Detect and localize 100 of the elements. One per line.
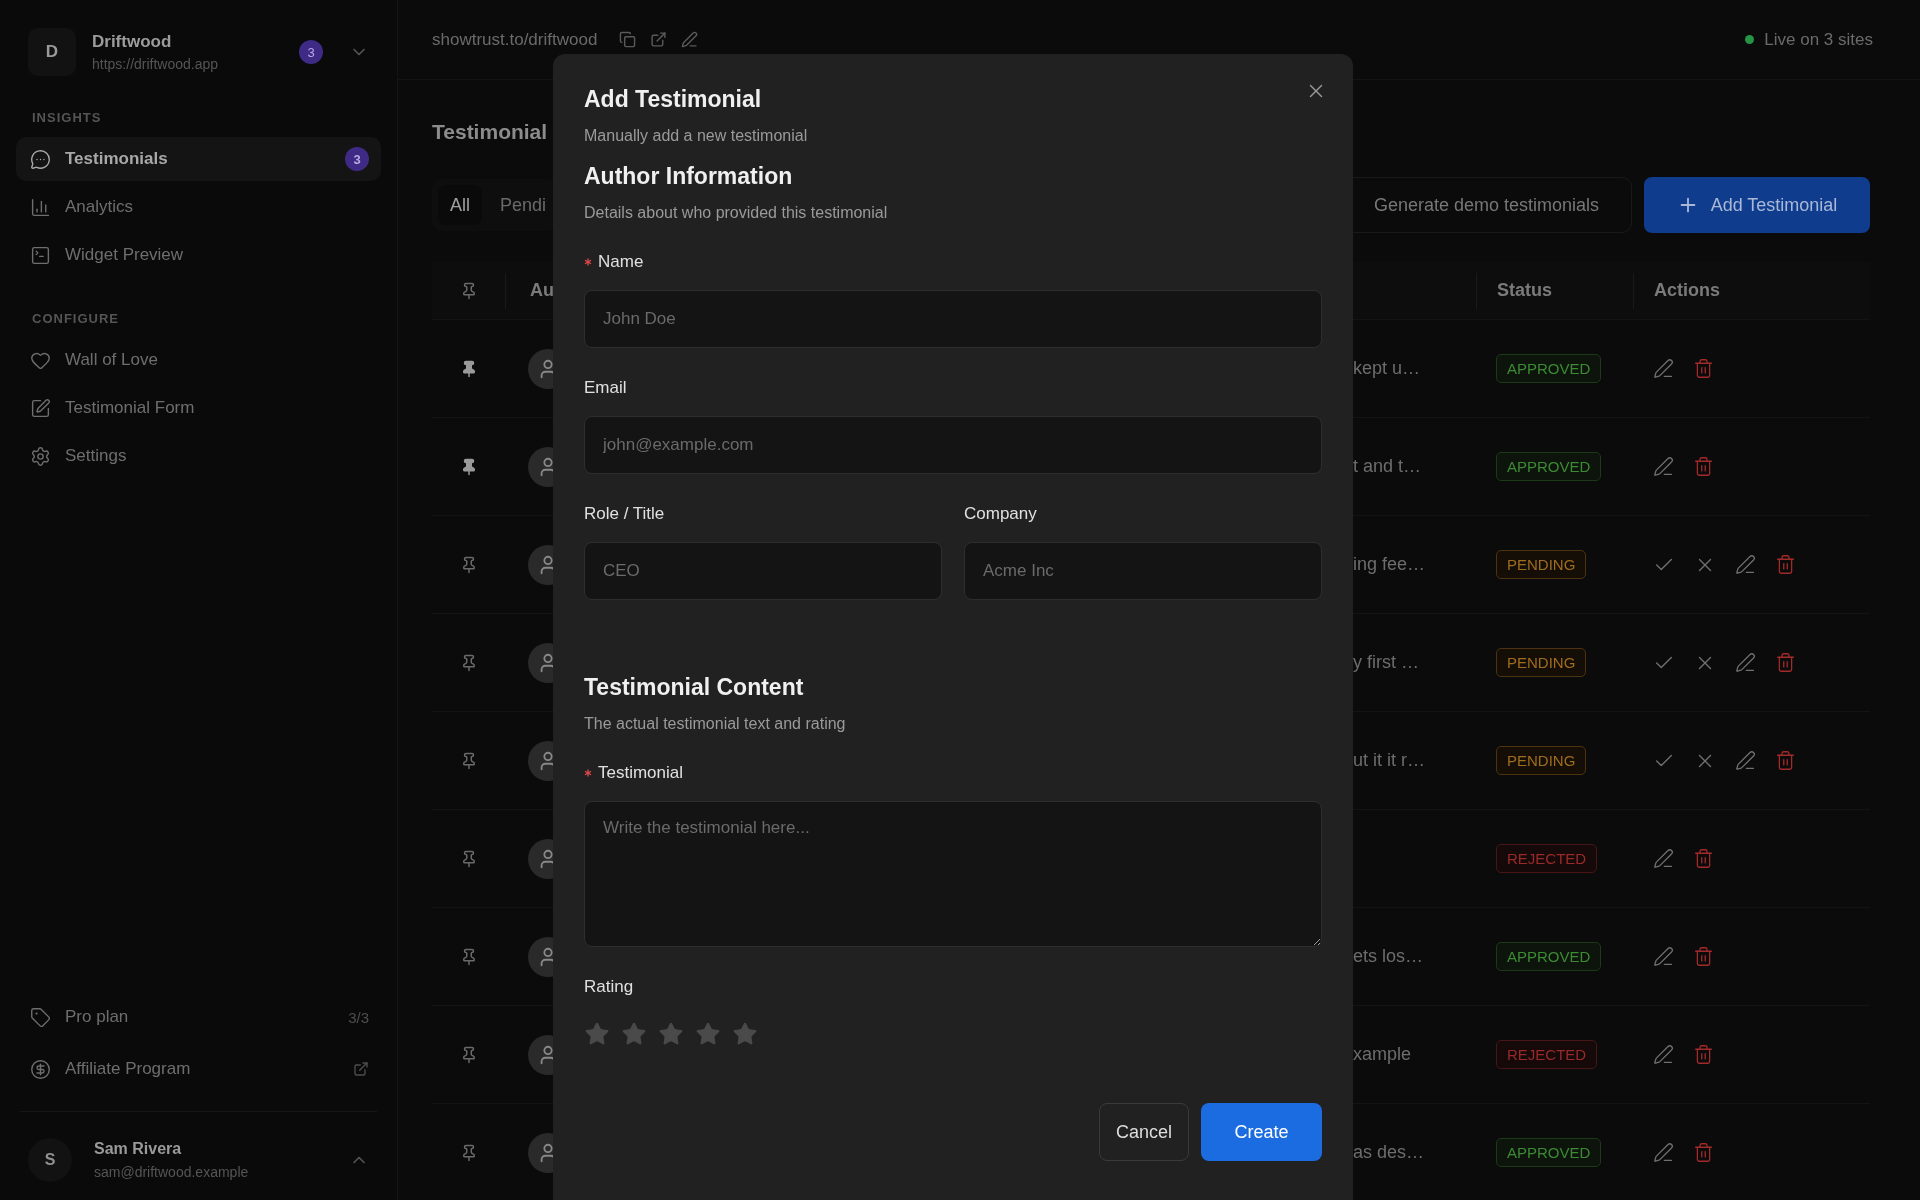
edit-icon[interactable] (1653, 358, 1674, 379)
external-link-icon[interactable] (650, 31, 668, 48)
field-label: Name (598, 252, 644, 272)
field-label: Rating (584, 977, 634, 997)
delete-icon[interactable] (1775, 554, 1796, 575)
pin-icon[interactable] (460, 653, 478, 672)
testimonial-excerpt: as des… (1353, 1142, 1425, 1162)
cancel-button[interactable]: Cancel (1099, 1103, 1189, 1161)
status-badge: PENDING (1496, 648, 1587, 677)
status-badge: APPROVED (1496, 1138, 1602, 1167)
pin-icon[interactable] (460, 1045, 478, 1064)
star-icon[interactable] (658, 1021, 684, 1047)
status-badge: REJECTED (1496, 1040, 1598, 1069)
sidebar-link[interactable]: Pro plan 3/3 (16, 993, 381, 1041)
status-badge: APPROVED (1496, 354, 1602, 383)
page-url: showtrust.to/driftwood (432, 29, 598, 50)
input-field[interactable]: John Doe (584, 290, 1322, 348)
sidebar-item[interactable]: Testimonials 3 (16, 137, 381, 181)
input-field[interactable]: Acme Inc (964, 542, 1322, 600)
edit-icon[interactable] (1653, 1142, 1674, 1163)
chat-icon (30, 148, 51, 170)
testimonial-excerpt: ut it it r… (1353, 750, 1425, 770)
tag-icon (30, 1006, 51, 1028)
input-field[interactable]: john@example.com (584, 416, 1322, 474)
testimonial-excerpt: xample (1353, 1044, 1412, 1064)
sidebar-link[interactable]: Affiliate Program (16, 1045, 381, 1093)
sidebar-item[interactable]: Testimonial Form (16, 386, 381, 430)
testimonial-excerpt: ing fee… (1353, 554, 1426, 574)
delete-icon[interactable] (1693, 946, 1714, 967)
bar-chart-icon (30, 196, 51, 218)
edit-icon[interactable] (1653, 1044, 1674, 1065)
count-badge: 3 (299, 40, 323, 64)
user-name: Sam Rivera (94, 1140, 183, 1158)
status-badge: APPROVED (1496, 452, 1602, 481)
filter-tab[interactable]: Pendi (488, 185, 557, 225)
edit-icon[interactable] (1653, 456, 1674, 477)
delete-icon[interactable] (1693, 358, 1714, 379)
pencil-icon[interactable] (681, 31, 699, 48)
status-dot (1745, 35, 1755, 44)
pin-icon[interactable] (460, 457, 478, 476)
edit-icon[interactable] (1735, 554, 1756, 575)
status-badge: PENDING (1496, 746, 1587, 775)
create-button[interactable]: Create (1201, 1103, 1322, 1161)
edit-icon[interactable] (1653, 946, 1674, 967)
sidebar-item[interactable]: Wall of Love (16, 338, 381, 382)
field-label: Testimonial (598, 763, 684, 783)
filter-tab[interactable]: All (438, 185, 482, 225)
testimonial-excerpt: kept u… (1353, 358, 1421, 378)
pin-icon[interactable] (460, 947, 478, 966)
section-title: CONFIGURE (31, 311, 120, 326)
input-field[interactable]: CEO (584, 542, 942, 600)
field-label: Role / Title (584, 504, 665, 524)
section-title: Testimonial Content (584, 674, 805, 701)
edit-icon[interactable] (1735, 652, 1756, 673)
user-avatar: S (28, 1138, 72, 1182)
delete-icon[interactable] (1775, 750, 1796, 771)
settings-icon (30, 445, 51, 467)
copy-icon[interactable] (619, 31, 637, 48)
add-testimonial-button[interactable]: Add Testimonial (1644, 177, 1870, 233)
sidebar-item[interactable]: Settings (16, 434, 381, 478)
edit-icon[interactable] (1735, 750, 1756, 771)
dollar-icon (30, 1058, 51, 1080)
section-description: Details about who provided this testimonial (584, 204, 889, 222)
star-icon[interactable] (584, 1021, 610, 1047)
star-icon[interactable] (695, 1021, 721, 1047)
status-badge: PENDING (1496, 550, 1587, 579)
testimonial-excerpt: y first … (1353, 652, 1419, 672)
status-badge: REJECTED (1496, 844, 1598, 873)
page-title: Testimonial (432, 119, 548, 145)
sidebar-item[interactable]: Analytics (16, 185, 381, 229)
testimonial-excerpt: ets los… (1353, 946, 1424, 966)
delete-icon[interactable] (1775, 652, 1796, 673)
delete-icon[interactable] (1693, 456, 1714, 477)
star-icon[interactable] (732, 1021, 758, 1047)
column-header: Au (529, 280, 554, 301)
terminal-icon (30, 244, 51, 266)
star-icon[interactable] (621, 1021, 647, 1047)
workspace-url: https://driftwood.app (92, 56, 220, 72)
text-area[interactable]: Write the testimonial here... (584, 801, 1322, 947)
workspace-avatar: D (28, 28, 76, 76)
pin-icon[interactable] (460, 555, 478, 574)
count-badge: 3 (345, 147, 369, 171)
user-email: sam@driftwood.example (94, 1164, 250, 1180)
pin-icon[interactable] (460, 751, 478, 770)
sidebar-item[interactable]: Widget Preview (16, 233, 381, 277)
pin-icon[interactable] (460, 359, 478, 378)
section-title: Author Information (584, 163, 794, 190)
delete-icon[interactable] (1693, 1142, 1714, 1163)
pin-icon[interactable] (460, 849, 478, 868)
column-header: Actions (1654, 280, 1720, 301)
field-label: Email (584, 378, 627, 398)
edit-icon (30, 397, 51, 419)
delete-icon[interactable] (1693, 848, 1714, 869)
delete-icon[interactable] (1693, 1044, 1714, 1065)
status-badge: APPROVED (1496, 942, 1602, 971)
edit-icon[interactable] (1653, 848, 1674, 869)
dialog-title: Add Testimonial (584, 86, 762, 113)
pin-icon[interactable] (460, 1143, 478, 1162)
plan-usage: 3/3 (348, 1008, 369, 1026)
column-header: Status (1497, 280, 1552, 301)
